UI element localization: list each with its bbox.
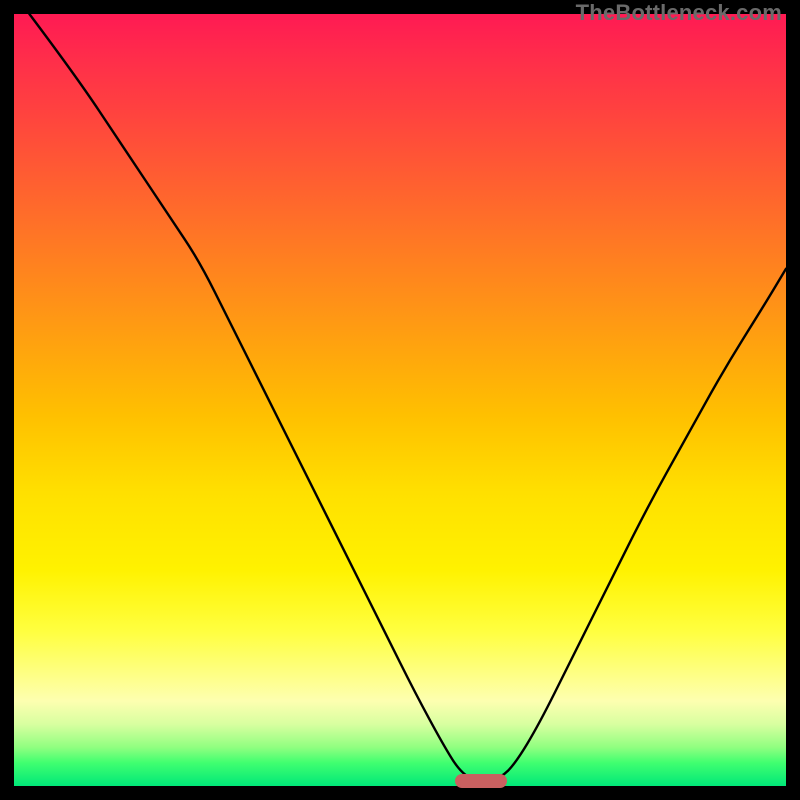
chart-container: TheBottleneck.com [0,0,800,800]
watermark-text: TheBottleneck.com [576,0,782,26]
bottleneck-curve-path [29,14,786,781]
minimum-marker [455,774,507,788]
bottleneck-curve-svg [14,14,786,786]
